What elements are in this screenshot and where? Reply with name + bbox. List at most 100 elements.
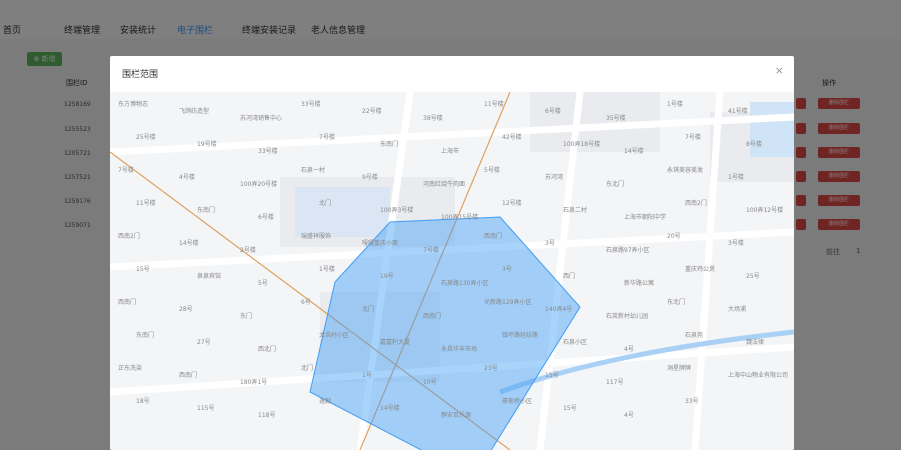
map-label: 38号楼 [423,114,443,122]
map-label: 永昌华丰市场 [441,345,477,353]
map-label: 3号楼 [728,239,744,247]
map-view[interactable]: 东方博物志 飞鸽纺造型 苏河湾销售中心 33号楼 22号楼 38号楼 11号楼 6号楼 35号楼… [110,92,794,450]
map-label: 石泉小区 [563,338,587,346]
map-label: 镇坪路轻纺路 [502,331,538,339]
map-label: 3号 [545,240,555,247]
dialog-title: 围栏范围 [122,70,159,80]
map-label: 静安百乐源 [441,411,471,419]
map-label: 1号楼 [319,265,335,273]
map-label: 石岚新村幼儿园 [606,312,648,320]
map-label: 10号 [423,379,437,386]
bottom-strip [0,450,901,462]
map-label: 东南门 [136,331,154,339]
map-label: 苏河湾 [545,173,563,181]
map-label: 28号 [179,306,193,313]
map-label: 东门 [240,312,252,320]
map-label: 1号楼 [667,100,683,108]
map-label: 西南门 [423,312,441,320]
map-label: 7号楼 [319,133,335,141]
map-label: 光新路129弄小区 [484,298,531,306]
map-label: 118号 [258,412,275,419]
map-label: 20号 [667,233,681,240]
map-label: 东北门 [606,180,624,188]
map-label: 石泉二村 [563,206,587,214]
map-label: 180弄1号 [240,379,267,386]
map-label: 23号 [484,365,498,372]
map-label: 11号楼 [136,199,156,207]
map-label: 西南2门 [118,232,140,240]
map-label: 3号 [502,266,512,273]
map-label: 4号 [624,412,634,419]
map-label: 5号楼 [484,166,500,174]
map-label: 6号楼 [258,213,274,221]
map-label: 19号楼 [197,140,217,148]
map-label: 苏河湾销售中心 [240,114,282,122]
map-label: 石泉一村 [301,166,325,174]
map-label: 永琪美容美发 [667,166,703,174]
map-label: 西南2门 [685,199,707,207]
map-label: 东北门 [667,298,685,306]
map-label: 太浩村小区 [319,331,349,339]
map-label: 14号楼 [179,239,199,247]
map-label: 上海市朝阳中学 [624,213,666,221]
map-label: 西南门 [179,371,197,379]
map-water-area [750,102,794,157]
map-label: 6号楼 [545,107,561,115]
map-label: 15号 [563,405,577,412]
map-label: 新华路公寓 [624,279,654,287]
map-label: 北门 [301,364,313,372]
map-label: 100弄12号楼 [746,206,783,214]
map-label: 飞鸽纺造型 [179,107,209,115]
map-label: 33号楼 [301,100,321,108]
map-label: 东南门 [380,140,398,148]
map-label: 上海中山物业有限公司 [728,371,788,379]
map-label: 大场浦 [728,305,746,313]
map-label: 1号楼 [728,173,744,181]
map-label: 25号 [746,273,760,280]
map-label: 7号楼 [118,166,134,174]
map-label: 15号 [545,372,559,379]
map-label: 北门 [362,305,374,313]
map-label: 瑞盛祥服饰 [301,232,331,240]
map-canvas[interactable]: 东方博物志飞鸽纺造型苏河湾销售中心 33号楼 22号楼 38号楼 11号楼 6号楼 35号楼… [110,92,794,450]
map-label: 北门 [319,199,331,207]
map-label: 4号楼 [179,173,195,181]
map-label: 7号楼 [685,133,701,141]
map-label: 西北门 [258,345,276,353]
map-label: 41号楼 [728,107,748,115]
map-label: 140弄4号 [545,306,572,313]
map-label: 洞星牌牌 [667,364,691,372]
map-label: 33号 [685,398,699,405]
map-label: 5号 [258,280,268,287]
map-label: 逸剧 [319,397,331,405]
map-label: 14号楼 [624,147,644,155]
map-label: 9号楼 [362,173,378,181]
map-label: 嘎嘎重庆小面 [362,239,398,247]
map-label: 豪家桥小区 [502,397,532,405]
map-label: 东南门 [197,206,215,214]
map-label: 1号 [362,372,372,379]
map-label: 100弄3号楼 [380,206,413,214]
map-label: 12号楼 [502,199,522,207]
map-label: 西南门 [484,232,502,240]
map-label: 27号 [197,339,211,346]
close-icon[interactable]: × [775,64,784,77]
map-label: 15号 [136,266,150,273]
map-label: 117号 [606,379,623,386]
map-label: 100弄15号楼 [441,213,478,221]
map-label: 7号楼 [423,246,439,254]
map-label: 魏法律 [746,338,764,346]
map-label: 4号 [624,346,634,353]
map-label: 石泉路130弄小区 [441,279,488,287]
map-label: 100弄20号楼 [240,180,277,188]
map-label: 115号 [197,405,214,412]
map-label: 42号楼 [502,133,522,141]
map-label: 25号楼 [136,133,156,141]
map-label: 6号 [301,299,311,306]
map-label: 18号 [136,398,150,405]
map-label: 石泉路97弄小区 [606,246,650,254]
map-label: 西门 [563,272,575,280]
map-label: 正东洗染 [118,364,142,372]
map-label: 35号楼 [606,114,626,122]
map-label: 14号楼 [380,404,400,412]
